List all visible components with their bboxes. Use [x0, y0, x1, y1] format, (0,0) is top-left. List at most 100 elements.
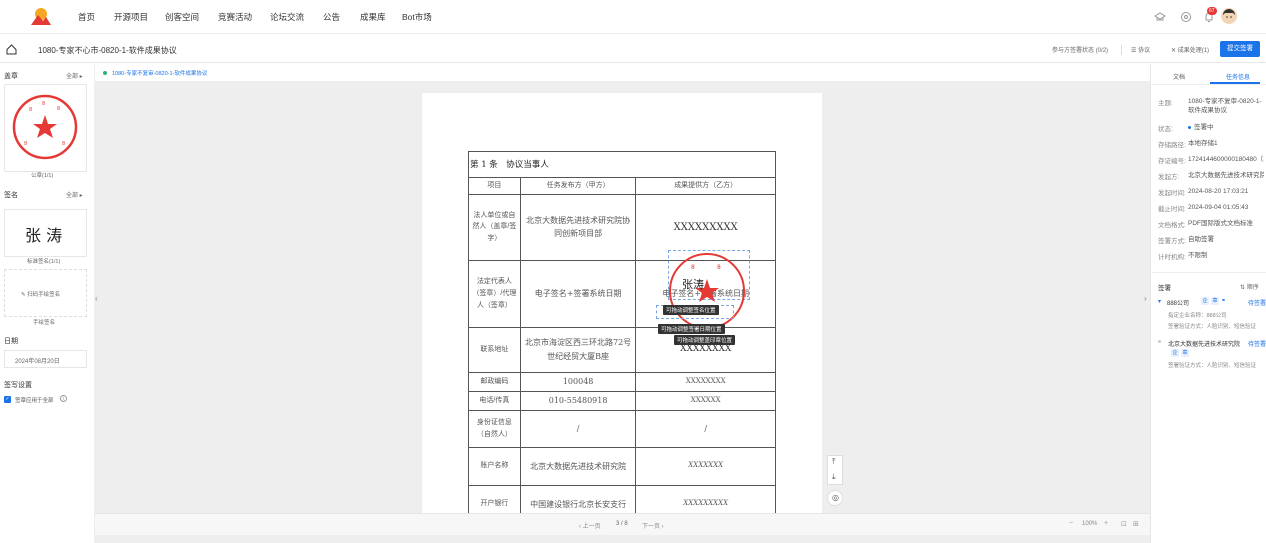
locate-button[interactable]: ◎ [827, 490, 843, 506]
field-label: 文档格式: [1158, 222, 1186, 229]
agreement-label: 协议 [1138, 48, 1151, 54]
field-value: PDF国际版式文档标准 [1188, 220, 1253, 227]
agreement-button[interactable]: ☰ 协议 [1131, 45, 1150, 54]
status-value: 签署中 [1194, 124, 1214, 131]
status-dot [1188, 126, 1191, 129]
collapse-left-icon[interactable]: ‹ [95, 294, 98, 303]
order-toggle[interactable]: ⇅ 顺序 [1240, 282, 1259, 291]
signer-expand-icon[interactable]: ▾ [1158, 298, 1161, 305]
field-label: 发起方: [1158, 174, 1180, 181]
home-icon[interactable] [6, 44, 17, 55]
table-row: 邮政编码 100048 XXXXXXXX [468, 371, 776, 392]
signature-card[interactable]: 张 涛 [4, 209, 87, 257]
nav-maker-space[interactable]: 创客空间 [165, 11, 199, 23]
field-label: 发起时间: [1158, 190, 1186, 197]
official-seal-icon[interactable]: 8 8 8 8 8 [11, 93, 79, 161]
party-b-cell: / [635, 409, 776, 448]
download-icon[interactable]: ⤓ [832, 472, 836, 482]
svg-text:8: 8 [57, 106, 60, 112]
row-label: 法定代表人（签章）/代理人（签章） [468, 259, 521, 328]
file-status-dot [103, 71, 107, 75]
collapse-right-icon[interactable]: › [1144, 294, 1147, 303]
row-label: 身份证信息（自然人） [468, 409, 521, 448]
handle-button[interactable]: ✕ 成果处理(1) [1171, 45, 1209, 54]
scroll-top-icon[interactable]: ⤒ [832, 457, 836, 467]
nav-home[interactable]: 首页 [78, 11, 95, 23]
signature-all-label: 全部 [66, 193, 79, 199]
signers-title: 签署 [1158, 285, 1171, 292]
signer1-name: 888公司 [1167, 301, 1190, 307]
nav-results[interactable]: 成果库 [360, 11, 386, 23]
field-label: 主题: [1158, 100, 1173, 107]
signature-filter[interactable]: 全部 ▸ [66, 190, 83, 199]
graduation-cap-icon[interactable] [1154, 11, 1166, 23]
date-field[interactable]: 2024年08月20日 [4, 350, 87, 368]
signature-name: 张 涛 [25, 226, 63, 245]
party-a-cell: / [519, 409, 637, 448]
nav-open-source[interactable]: 开源项目 [114, 11, 148, 23]
settings-icon[interactable] [1180, 11, 1192, 23]
nav-bot-market[interactable]: Bot市场 [402, 11, 432, 23]
divider [1121, 45, 1122, 55]
nav-notice[interactable]: 公告 [323, 11, 340, 23]
tab-document[interactable]: 文档 [1173, 72, 1185, 81]
avatar[interactable] [1221, 8, 1237, 24]
tooltip-signature: 可拖动调整签名位置 [663, 305, 719, 315]
placed-signature[interactable]: 张涛 [682, 276, 704, 292]
seal-section-title: 盖章 [4, 73, 18, 80]
prev-page-button[interactable]: ‹ 上一页 [579, 521, 601, 530]
fit-page-icon[interactable]: ⊡ [1121, 520, 1127, 528]
seal-card[interactable]: 8 8 8 8 8 [4, 84, 87, 172]
fullscreen-icon[interactable]: ⊞ [1133, 520, 1139, 528]
field-value: 1080-专家不复审-0820-1-软件成果协议 [1188, 98, 1262, 114]
section-border [468, 151, 776, 152]
zoom-out-button[interactable]: − [1069, 520, 1073, 527]
svg-text:8: 8 [717, 264, 721, 271]
company-tag-icon: 企 [1201, 297, 1209, 305]
zoom-in-button[interactable]: + [1104, 520, 1108, 527]
link-icon[interactable]: ⚭ [1221, 297, 1226, 304]
field-label: 截止时间: [1158, 206, 1186, 213]
nav-forum[interactable]: 论坛交流 [270, 11, 304, 23]
nav-competition[interactable]: 竞赛活动 [218, 11, 252, 23]
section-divider [1150, 272, 1266, 273]
field-value: 1724144600000180480（1 [1188, 156, 1264, 163]
party-a-cell: 电子签名+签署系统日期 [519, 259, 637, 328]
table-header: 项目 [468, 177, 521, 195]
file-tab-bar: 1080-专家不复审-0820-1-软件成果协议 [95, 64, 1150, 82]
handwrite-card[interactable]: ✎ 扫码手绘签名 [4, 269, 87, 317]
svg-text:8: 8 [42, 101, 45, 107]
agreement-table: 项目 任务发布方（甲方） 成果提供方（乙方） 法人单位或自然人（盖章/签字） 北… [468, 177, 776, 524]
table-row: 电话/传真 010-55480918 XXXXXX [468, 390, 776, 411]
notification-badge: 67 [1207, 7, 1217, 15]
tab-task-info[interactable]: 任务信息 [1226, 72, 1250, 81]
compare-status[interactable]: 参与方签署状态 (0/2) [1052, 45, 1108, 54]
field-value: 北京大数据先进技术研究院 [1188, 172, 1264, 179]
float-toolbar: ⤒ ⤓ [827, 455, 843, 485]
field-label: 计时机构: [1158, 254, 1186, 261]
table-header: 任务发布方（甲方） [519, 177, 637, 195]
order-label: 顺序 [1246, 285, 1259, 291]
submit-sign-button[interactable]: 提交签署 [1220, 41, 1260, 57]
party-a-cell: 北京大数据先进技术研究院协同创新项目部 [519, 193, 637, 261]
table-row: 身份证信息（自然人） / / [468, 409, 776, 448]
file-tab[interactable]: 1080-专家不复审-0820-1-软件成果协议 [112, 69, 207, 77]
seal-filter[interactable]: 全部 ▸ [66, 71, 83, 80]
next-page-button[interactable]: 下一页 › [642, 521, 664, 530]
seal-caption: 公章(1/1) [31, 173, 54, 179]
party-a-cell: 北京大数据先进技术研究院 [519, 446, 637, 486]
info-icon[interactable]: i [60, 395, 67, 402]
signer1-verify: 签署验证方式：人脸识别、短信验证 [1168, 324, 1257, 330]
party-b-cell: XXXXXXXX [635, 371, 776, 392]
svg-text:8: 8 [29, 107, 32, 113]
signer2-name: 北京大数据先进技术研究院 [1168, 342, 1241, 348]
apply-all-checkbox[interactable]: ✓ [4, 396, 11, 403]
field-label: 存证编号: [1158, 158, 1186, 165]
row-label: 法人单位或自然人（盖章/签字） [468, 193, 521, 261]
table-header-row: 项目 任务发布方（甲方） 成果提供方（乙方） [468, 177, 776, 195]
row-label: 电话/传真 [468, 390, 521, 411]
logo-icon[interactable] [30, 5, 52, 27]
seal-all-label: 全部 [66, 74, 79, 80]
placed-seal-icon[interactable]: 8 8 [667, 251, 747, 331]
handwrite-caption: 手绘签名 [33, 320, 56, 326]
